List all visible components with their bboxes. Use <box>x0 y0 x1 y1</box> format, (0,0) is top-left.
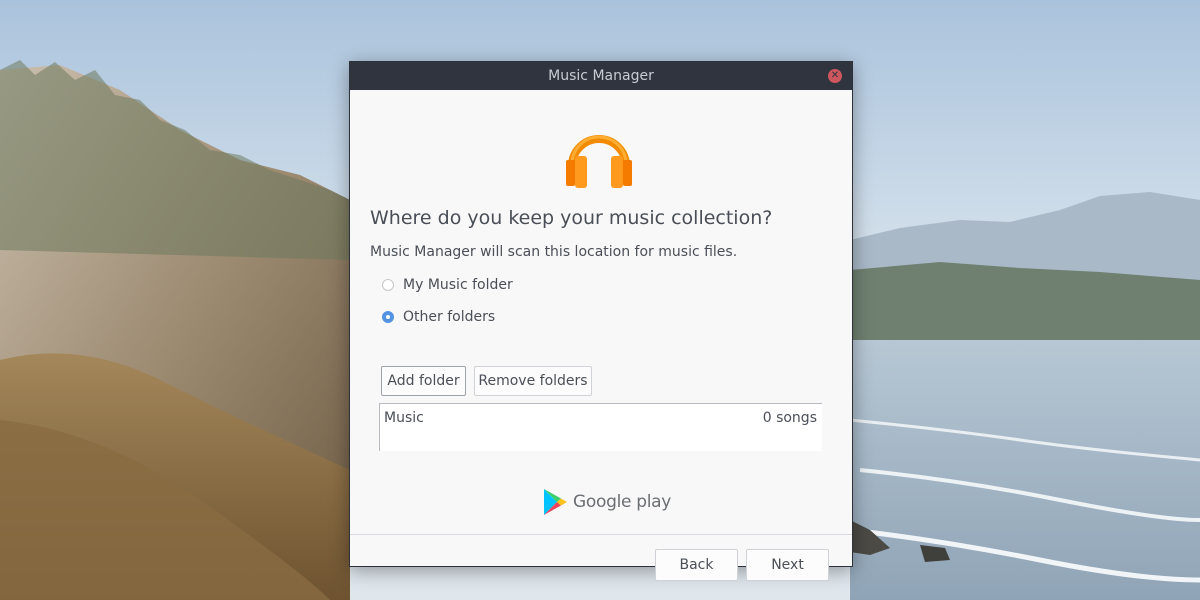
folder-list[interactable]: Music 0 songs <box>379 403 822 451</box>
window-titlebar[interactable]: Music Manager ✕ <box>350 62 852 90</box>
window-title: Music Manager <box>548 68 654 84</box>
desktop-background: Music Manager ✕ Where do you keep your m… <box>0 0 1200 600</box>
back-button[interactable]: Back <box>655 549 738 581</box>
remove-folders-button[interactable]: Remove folders <box>474 366 592 396</box>
folder-name: Music <box>384 410 424 426</box>
google-play-label: Google play <box>573 492 672 512</box>
google-play-brand: Google play <box>542 488 671 516</box>
radio-button-checked[interactable] <box>382 311 394 323</box>
dialog-content: Where do you keep your music collection?… <box>350 90 852 581</box>
footer-divider <box>350 534 852 535</box>
google-play-icon <box>544 489 567 515</box>
next-button[interactable]: Next <box>746 549 829 581</box>
dialog-description: Music Manager will scan this location fo… <box>370 244 738 260</box>
radio-other-folders[interactable]: Other folders <box>382 309 495 325</box>
dialog-heading: Where do you keep your music collection? <box>370 207 773 229</box>
radio-my-music-folder[interactable]: My Music folder <box>382 277 513 293</box>
radio-label: My Music folder <box>403 277 513 293</box>
radio-label: Other folders <box>403 309 496 325</box>
list-item[interactable]: Music 0 songs <box>380 404 822 426</box>
song-count: 0 songs <box>762 410 817 426</box>
music-manager-window: Music Manager ✕ Where do you keep your m… <box>349 61 853 581</box>
radio-button-unchecked[interactable] <box>382 279 394 291</box>
add-folder-button[interactable]: Add folder <box>381 366 466 396</box>
headphones-icon <box>566 135 632 188</box>
close-icon[interactable]: ✕ <box>828 69 842 83</box>
